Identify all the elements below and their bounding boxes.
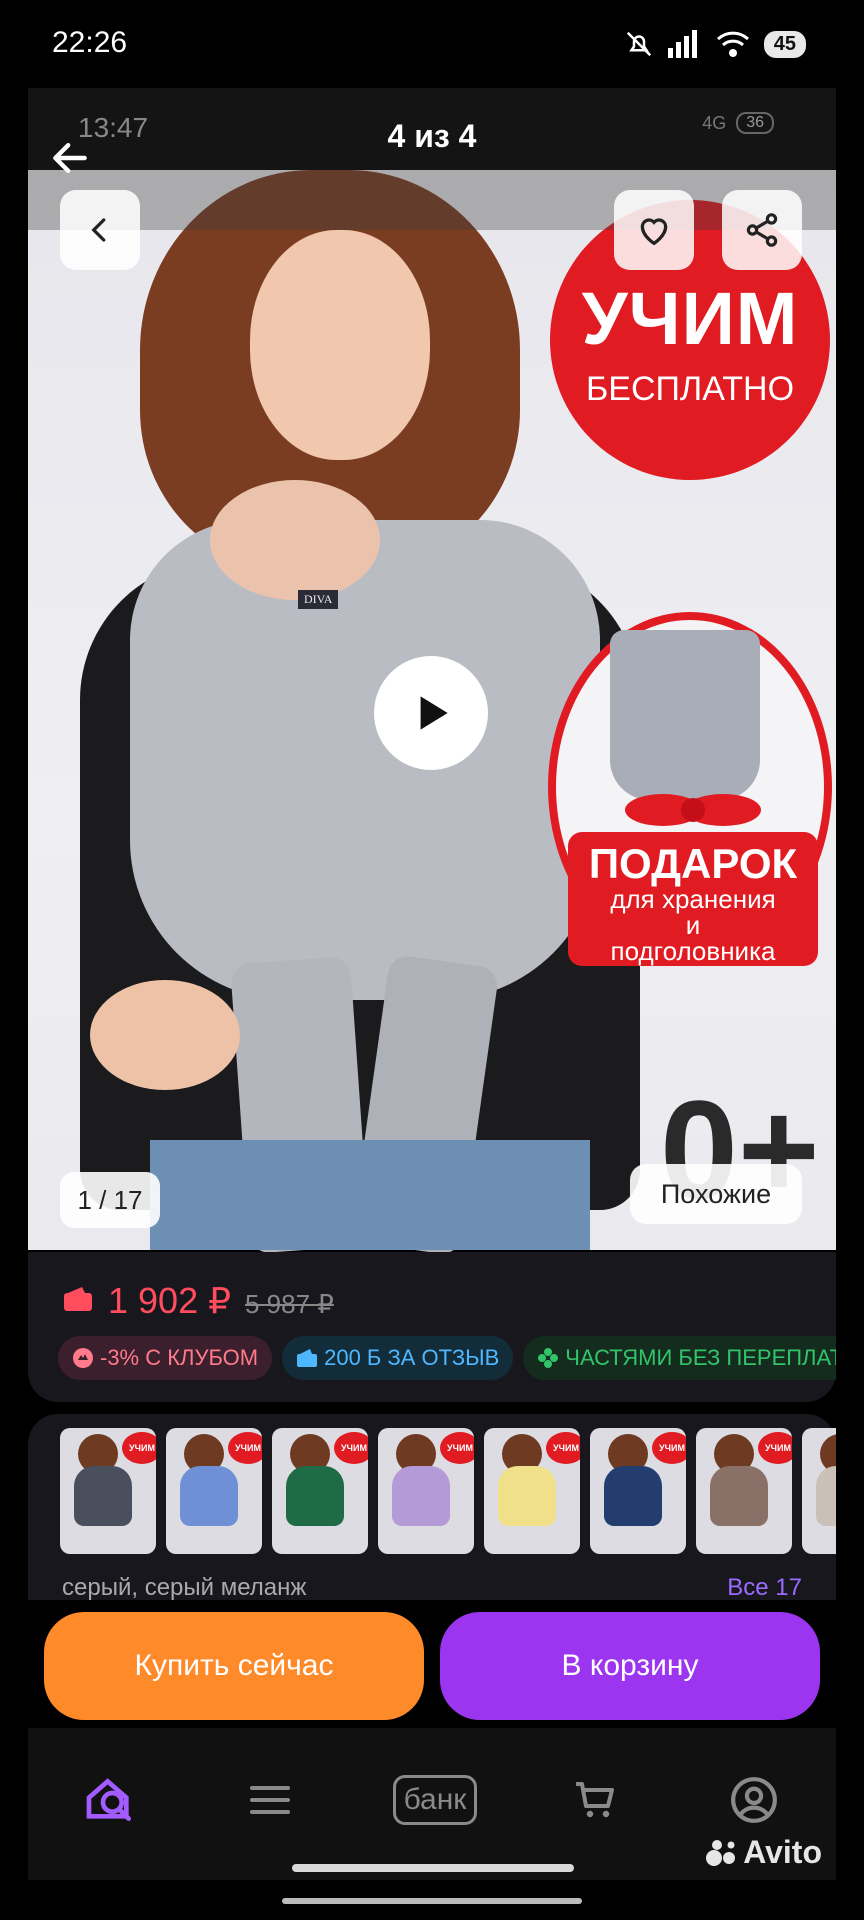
search-home-icon (86, 1778, 132, 1821)
mute-icon (626, 31, 651, 57)
promo-subtitle: БЕСПЛАТНО (585, 370, 795, 408)
variant-thumbnail[interactable]: УЧИМ (60, 1428, 156, 1554)
variant-thumbnail[interactable]: УЧИМ (484, 1428, 580, 1554)
photo-baby-shape (210, 480, 380, 600)
profile-icon (731, 1777, 777, 1823)
photo-sling-shape (130, 520, 600, 1000)
photo-back-button[interactable] (60, 190, 140, 270)
thumb-sling-swatch (816, 1466, 836, 1526)
thumb-sling-swatch (74, 1466, 132, 1526)
favorite-button[interactable] (614, 190, 694, 270)
price-row: 1 902 ₽ 5 987 ₽ (62, 1280, 334, 1322)
similar-button[interactable]: Похожие (630, 1164, 802, 1224)
selected-variant-name: серый, серый меланж (62, 1574, 307, 1601)
gift-line: для хранения (610, 884, 776, 914)
gift-line: подголовника (610, 936, 776, 966)
photo-top-scrim (28, 170, 836, 230)
thumb-promo-badge: УЧИМ (440, 1432, 474, 1464)
current-price: 1 902 ₽ (108, 1280, 231, 1321)
variant-thumbnails: УЧИМ УЧИМ УЧИМ УЧИМ УЧИМ УЧИМ УЧИМ УЧИМ (60, 1428, 836, 1558)
variant-thumbnail[interactable]: УЧИМ (590, 1428, 686, 1554)
chip-label: 200 Б ЗА ОТЗЫВ (324, 1345, 500, 1370)
inner-home-indicator (292, 1864, 574, 1872)
status-time: 22:26 (52, 26, 128, 59)
thumb-promo-badge: УЧИМ (334, 1432, 368, 1464)
photo-jeans-shape (150, 1140, 590, 1250)
photo-hand-shape (90, 980, 240, 1090)
heart-icon (640, 218, 668, 246)
gift-line: и (685, 910, 701, 940)
wallet-icon (64, 1287, 92, 1311)
thumb-sling-swatch (710, 1466, 768, 1526)
thumb-promo-badge: УЧИМ (228, 1432, 262, 1464)
avito-logo: Avito (705, 1834, 822, 1871)
old-price: 5 987 ₽ (245, 1289, 334, 1319)
nav-search[interactable] (70, 1768, 150, 1832)
viewer-counter: 4 из 4 (387, 118, 477, 154)
thumb-sling-swatch (498, 1466, 556, 1526)
thumb-sling-swatch (392, 1466, 450, 1526)
thumb-sling-swatch (604, 1466, 662, 1526)
thumb-promo-badge: УЧИМ (758, 1432, 792, 1464)
photo-page-indicator: 1 / 17 (60, 1172, 160, 1228)
signal-icon (667, 30, 697, 58)
gift-title: ПОДАРОК (588, 840, 798, 887)
chip-label: -3% С КЛУБОМ (100, 1345, 259, 1370)
variant-thumbnail[interactable]: УЧИМ (378, 1428, 474, 1554)
variant-thumbnail[interactable]: УЧИМ (802, 1428, 836, 1554)
variant-thumbnail[interactable]: УЧИМ (272, 1428, 368, 1554)
chip-label: ЧАСТЯМИ БЕЗ ПЕРЕПЛАТ (565, 1345, 836, 1370)
nav-cart[interactable] (556, 1768, 636, 1832)
battery-indicator: 45 (763, 30, 806, 58)
nav-profile[interactable] (714, 1768, 794, 1832)
share-button[interactable] (722, 190, 802, 270)
avito-wordmark: Avito (743, 1834, 822, 1870)
viewer-back-arrow-icon[interactable] (48, 136, 92, 180)
nav-bank[interactable]: банк (380, 1768, 490, 1832)
wallet-icon (297, 1349, 318, 1367)
promo-chips: -3% С КЛУБОМ 200 Б ЗА ОТЗЫВ ЧАСТЯМИ БЕЗ … (58, 1336, 836, 1386)
variant-thumbnail[interactable]: УЧИМ (696, 1428, 792, 1554)
menu-icon (250, 1786, 290, 1814)
promo-title: УЧИМ (581, 277, 799, 360)
photo-face-shape (250, 230, 430, 460)
all-variants-link[interactable]: Все 17 (727, 1574, 802, 1602)
thumb-sling-swatch (180, 1466, 238, 1526)
installments-chip[interactable]: ЧАСТЯМИ БЕЗ ПЕРЕПЛАТ (523, 1336, 836, 1380)
club-discount-chip[interactable]: -3% С КЛУБОМ (58, 1336, 273, 1380)
bank-label: банк (392, 1775, 478, 1825)
nav-menu[interactable] (230, 1768, 310, 1832)
home-indicator[interactable] (282, 1898, 582, 1904)
club-badge-icon (73, 1348, 93, 1368)
variant-thumbnail[interactable]: УЧИМ (166, 1428, 262, 1554)
chevron-left-icon (91, 218, 106, 242)
review-bonus-chip[interactable]: 200 Б ЗА ОТЗЫВ (282, 1336, 514, 1380)
thumb-sling-swatch (286, 1466, 344, 1526)
avito-dots-icon (706, 1839, 736, 1866)
cart-icon (576, 1782, 614, 1818)
buy-now-button[interactable]: Купить сейчас (44, 1612, 424, 1720)
gift-bag-image (610, 630, 760, 800)
installments-icon (538, 1348, 559, 1368)
play-icon (420, 696, 448, 730)
wifi-icon (716, 31, 749, 57)
status-icons: 45 (624, 24, 806, 64)
add-to-cart-button[interactable]: В корзину (440, 1612, 820, 1720)
brand-tag: DIVA (298, 590, 339, 609)
thumb-promo-badge: УЧИМ (546, 1432, 580, 1464)
gift-label: ПОДАРОК для хранения и подголовника (568, 832, 818, 966)
gift-bow-icon (625, 794, 761, 826)
thumb-promo-badge: УЧИМ (652, 1432, 686, 1464)
thumb-promo-badge: УЧИМ (122, 1432, 156, 1464)
play-video-button[interactable] (374, 656, 488, 770)
share-icon (746, 213, 778, 247)
